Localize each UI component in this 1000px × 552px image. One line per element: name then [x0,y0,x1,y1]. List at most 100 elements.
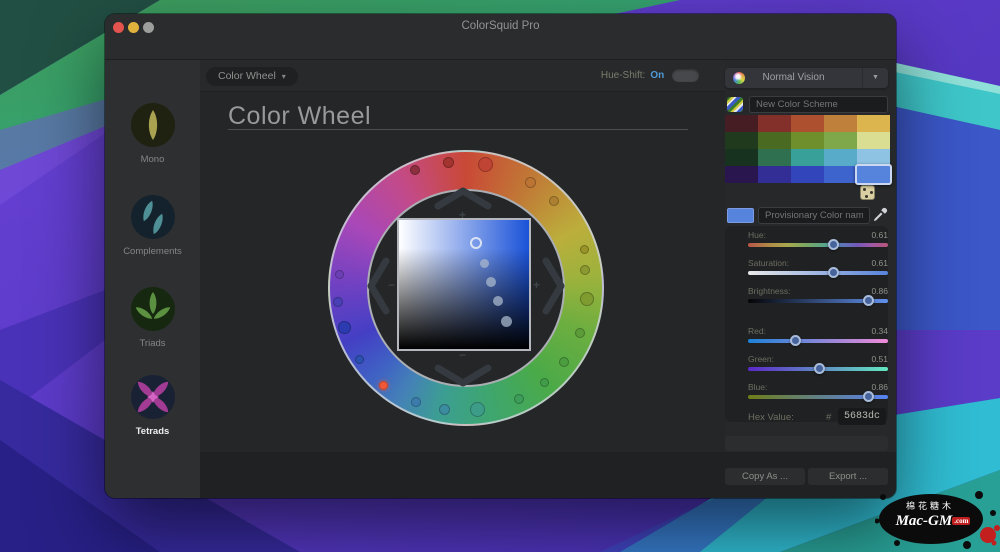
slider-value: 0.61 [871,230,888,240]
slider-label: Hue: [748,230,766,240]
slider-saturation[interactable]: Saturation:0.61 [748,258,888,282]
saturation-brightness-square[interactable] [397,218,531,351]
hue-shift-toggle[interactable] [672,69,699,82]
watermark-cjk-text: 棉花糖木 [875,499,985,512]
wheel-color-dot[interactable] [580,245,589,254]
slider-thumb[interactable] [828,239,839,250]
wheel-color-dot[interactable] [338,321,351,334]
sidebar-item-complements[interactable]: Complements [105,194,200,257]
desktop: ColorSquid Pro Mono Complement [0,0,1000,552]
slider-thumb[interactable] [790,335,801,346]
slider-thumb[interactable] [863,295,874,306]
sidebar-item-tetrads[interactable]: Tetrads [105,374,200,437]
scheme-name-input[interactable] [749,96,888,113]
swatch[interactable] [855,164,892,185]
hue-shift-control: Hue-Shift:On [601,68,699,84]
wheel-color-dot[interactable] [470,402,485,417]
wheel-color-dot[interactable] [525,177,536,188]
slider-track[interactable] [748,271,888,275]
swatch[interactable] [824,132,857,149]
wheel-color-dot[interactable] [580,265,590,275]
swatch[interactable] [857,115,890,132]
randomize-dice-icon[interactable] [860,185,875,200]
swatch[interactable] [725,149,758,166]
tetrads-flower-icon [130,374,176,420]
slider-thumb[interactable] [863,391,874,402]
shade-dot[interactable] [501,316,512,327]
swatch[interactable] [758,132,791,149]
slider-label: Red: [748,326,766,336]
sidebar-item-label: Complements [105,246,200,257]
slider-value: 0.86 [871,382,888,392]
hex-value-field[interactable]: 5683dc [838,408,886,425]
striped-scheme-icon [727,97,743,112]
hue-shift-state: On [650,70,664,81]
vision-mode-dropdown[interactable]: Normal Vision ▼ [725,68,888,88]
swatch[interactable] [791,132,824,149]
wheel-color-dot[interactable] [333,297,343,307]
swatch[interactable] [725,115,758,132]
shade-dot[interactable] [493,296,503,306]
wheel-color-dot[interactable] [514,394,524,404]
slider-thumb[interactable] [814,363,825,374]
shade-dot[interactable] [486,277,496,287]
sidebar-item-label: Tetrads [105,426,200,437]
slider-brightness[interactable]: Brightness:0.86 [748,286,888,310]
slider-thumb[interactable] [828,267,839,278]
wheel-color-dot[interactable] [411,397,421,407]
chevron-down-icon[interactable]: ▼ [862,68,888,88]
swatch[interactable] [725,132,758,149]
nudge-right-icon[interactable] [542,256,566,316]
slider-hue[interactable]: Hue: 0.61 [748,230,888,254]
shade-dot[interactable] [470,237,482,249]
hex-prefix: # [826,412,831,423]
eyedropper-icon[interactable] [873,206,889,222]
swatch[interactable] [758,115,791,132]
wheel-color-dot[interactable] [439,404,450,415]
sidebar: Mono Complements [105,60,200,498]
swatch[interactable] [824,166,857,183]
swatch[interactable] [791,166,824,183]
current-color-swatch[interactable] [727,208,754,223]
wheel-color-dot[interactable] [478,157,493,172]
wheel-color-dot[interactable] [410,165,420,175]
swatch[interactable] [824,149,857,166]
view-selector-dropdown[interactable]: Color Wheel▾ [206,67,298,86]
title-divider [228,129,688,130]
shade-dot[interactable] [480,259,489,268]
wheel-color-dot[interactable] [443,157,454,168]
swatch[interactable] [725,166,758,183]
swatch[interactable] [758,149,791,166]
selected-hue-marker[interactable] [379,381,388,390]
sidebar-item-mono[interactable]: Mono [105,102,200,165]
slider-green[interactable]: Green:0.51 [748,354,888,378]
wheel-color-dot[interactable] [575,328,585,338]
copy-as-button[interactable]: Copy As ... [725,468,805,485]
nudge-down-icon[interactable] [433,364,493,388]
wheel-color-dot[interactable] [540,378,549,387]
mono-leaf-icon [130,102,176,148]
nudge-up-icon[interactable] [433,186,493,210]
color-name-input[interactable] [758,207,870,224]
slider-track[interactable] [748,243,888,247]
swatch[interactable] [857,132,890,149]
slider-red[interactable]: Red:0.34 [748,326,888,350]
vision-mode-value: Normal Vision [725,68,862,88]
wheel-color-dot[interactable] [355,355,364,364]
swatch[interactable] [791,115,824,132]
swatch[interactable] [824,115,857,132]
swatch[interactable] [758,166,791,183]
caret-down-icon: ▾ [282,72,286,81]
wheel-color-dot[interactable] [559,357,569,367]
wheel-color-dot[interactable] [335,270,344,279]
nudge-left-icon[interactable] [366,256,390,316]
titlebar[interactable]: ColorSquid Pro [105,14,896,60]
slider-blue[interactable]: Blue:0.86 [748,382,888,406]
wheel-color-dot[interactable] [580,292,594,306]
swatch-grid [725,115,890,183]
sidebar-item-triads[interactable]: Triads [105,286,200,349]
nudge-right-plus: + [533,278,540,292]
slider-track[interactable] [748,339,888,343]
swatch[interactable] [791,149,824,166]
wheel-color-dot[interactable] [549,196,559,206]
